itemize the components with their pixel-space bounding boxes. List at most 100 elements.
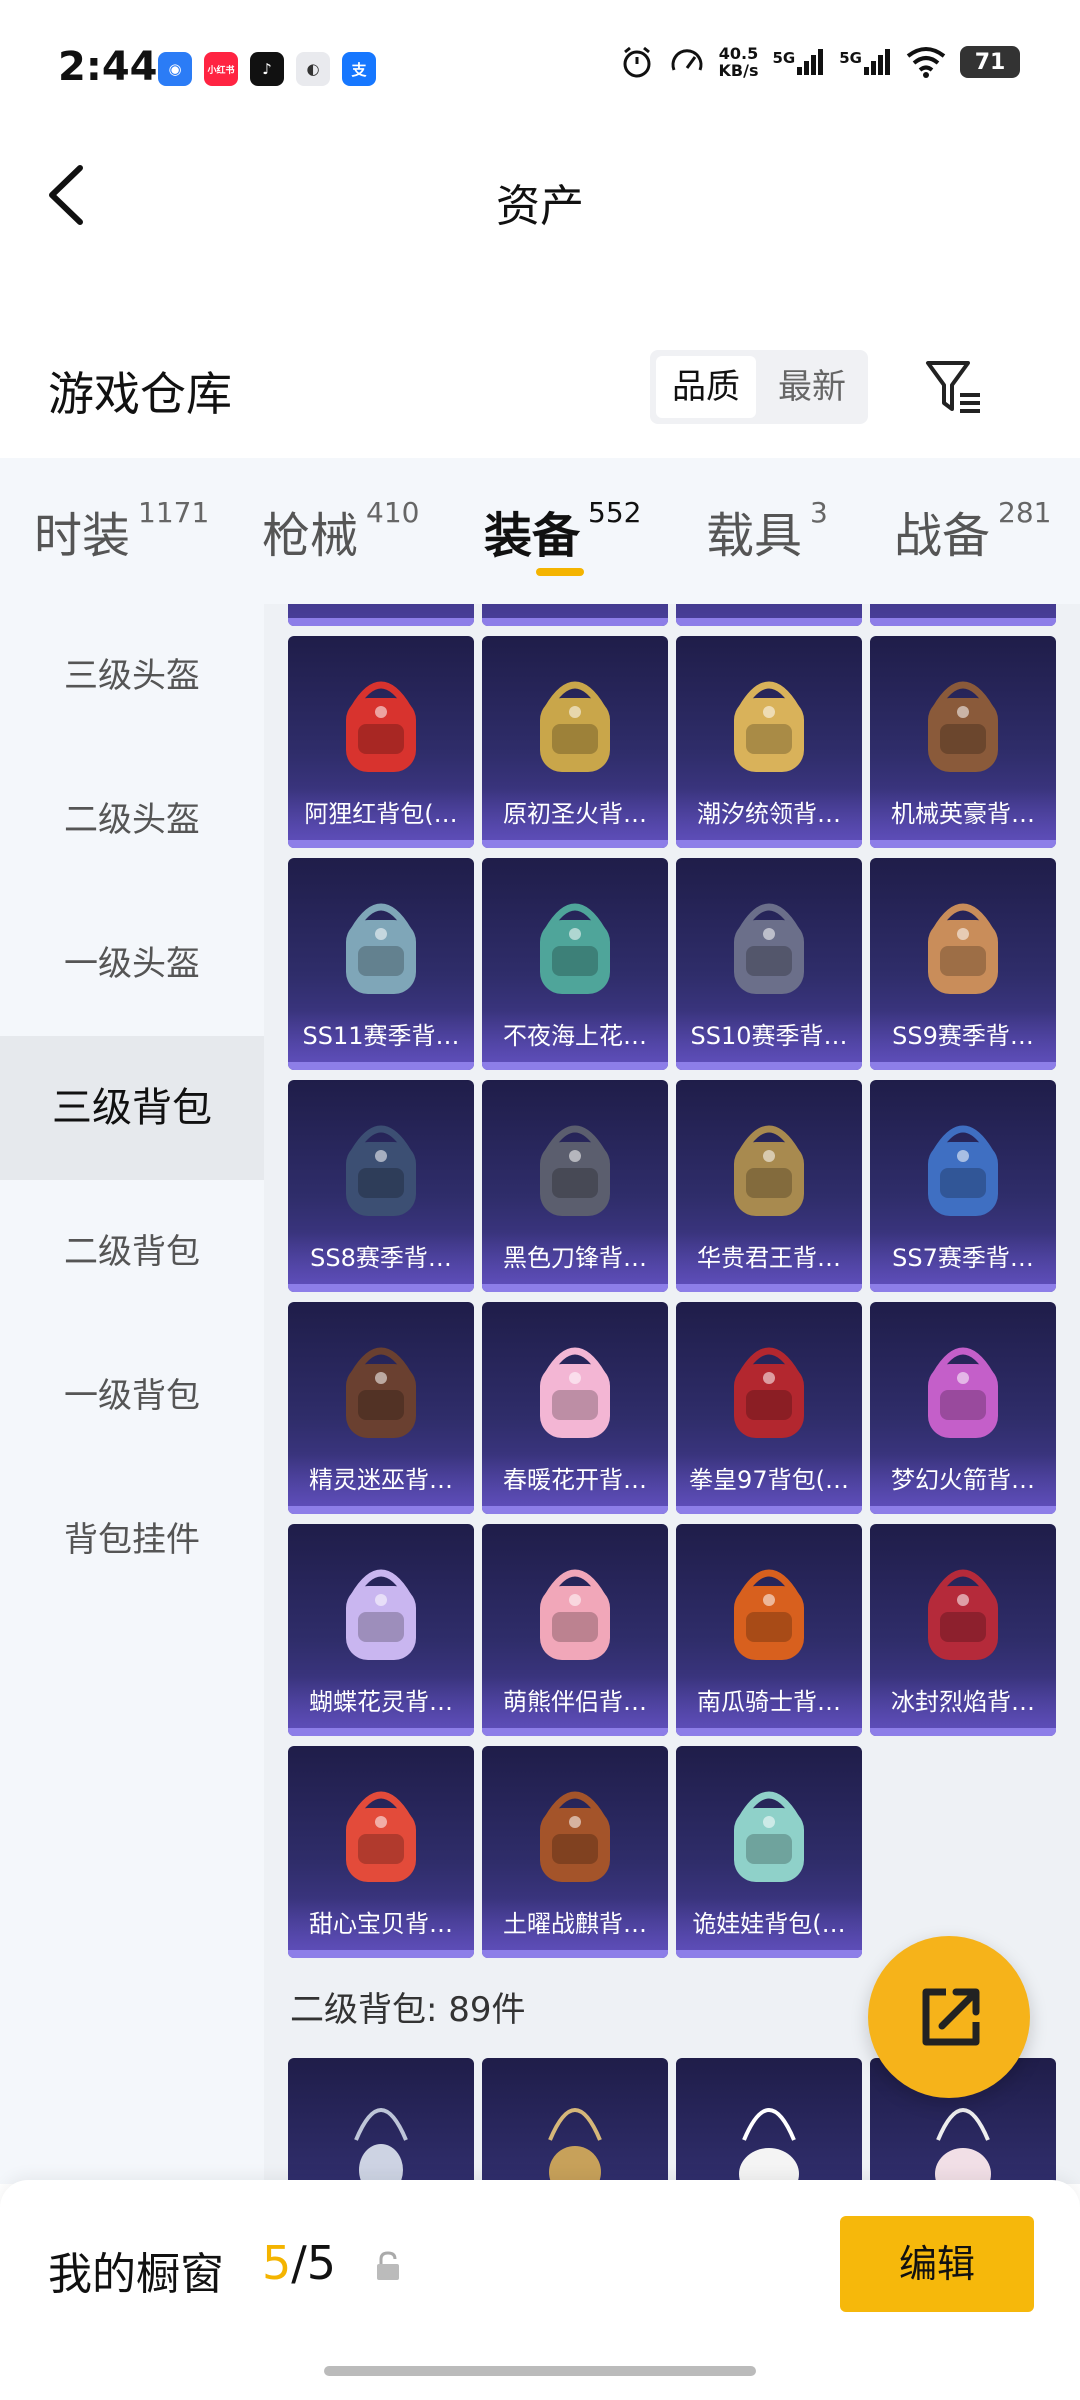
signal-icon xyxy=(864,49,890,75)
item-card-name: SS7赛季背… xyxy=(870,1232,1056,1284)
item-card[interactable]: SS9赛季背… xyxy=(870,858,1056,1070)
item-card-partial[interactable] xyxy=(676,2058,862,2184)
sidebar-item-helmet-1[interactable]: 一级头盔 xyxy=(0,892,264,1036)
item-card-partial[interactable] xyxy=(288,2058,474,2184)
card-bar xyxy=(288,1284,474,1292)
backpack-icon xyxy=(326,880,436,998)
backpack-icon xyxy=(714,1768,824,1886)
sidebar-item-helmet-2[interactable]: 二级头盔 xyxy=(0,748,264,892)
item-card[interactable]: 诡娃娃背包(… xyxy=(676,1746,862,1958)
item-card-name: 华贵君王背… xyxy=(676,1232,862,1284)
item-card[interactable]: 机械英豪背… xyxy=(870,636,1056,848)
item-card[interactable]: 土曜战麒背… xyxy=(482,1746,668,1958)
item-card[interactable]: 甜心宝贝背… xyxy=(288,1746,474,1958)
backpack-icon xyxy=(908,658,1018,776)
item-card-name: 精灵迷巫背… xyxy=(288,1454,474,1506)
item-card[interactable]: 潮汐统领背… xyxy=(676,636,862,848)
signal-5g-1: 5G xyxy=(773,49,826,75)
sort-latest-button[interactable]: 最新 xyxy=(762,356,862,418)
item-card[interactable]: 梦幻火箭背… xyxy=(870,1302,1056,1514)
card-bar xyxy=(482,1284,668,1292)
card-bar xyxy=(676,1284,862,1292)
item-card[interactable]: 原初圣火背… xyxy=(482,636,668,848)
item-card[interactable]: SS10赛季背… xyxy=(676,858,862,1070)
card-bar xyxy=(288,1062,474,1070)
backpack-icon xyxy=(714,2080,824,2184)
tab-guns[interactable]: 枪械 410 xyxy=(262,496,419,566)
item-card[interactable]: SS7赛季背… xyxy=(870,1080,1056,1292)
card-bar xyxy=(870,1728,1056,1736)
backpack-icon xyxy=(520,2080,630,2184)
item-card-partial[interactable] xyxy=(870,604,1056,626)
signal-icon xyxy=(797,49,824,75)
sidebar-item-backpack-charm[interactable]: 背包挂件 xyxy=(0,1468,264,1612)
sidebar-item-backpack-1[interactable]: 一级背包 xyxy=(0,1324,264,1468)
edit-button[interactable]: 编辑 xyxy=(840,2216,1034,2312)
item-card[interactable]: 拳皇97背包(… xyxy=(676,1302,862,1514)
status-time: 2:44 xyxy=(58,44,158,90)
item-card-name: 春暖花开背… xyxy=(482,1454,668,1506)
system-status: 40.5 KB/s 5G 5G 71 xyxy=(619,44,1020,80)
warehouse-title: 游戏仓库 xyxy=(48,367,232,421)
sidebar-item-backpack-3[interactable]: 三级背包 xyxy=(0,1036,264,1180)
card-bar xyxy=(870,1506,1056,1514)
item-card-partial[interactable] xyxy=(288,604,474,626)
sidebar-item-helmet-3[interactable]: 三级头盔 xyxy=(0,604,264,748)
category-tabs: 时装 1171 枪械 410 装备 552 载具 3 战备 281 xyxy=(0,458,1080,604)
item-card-name: 拳皇97背包(… xyxy=(676,1454,862,1506)
item-card[interactable]: 黑色刀锋背… xyxy=(482,1080,668,1292)
card-bar xyxy=(482,1506,668,1514)
backpack-icon xyxy=(714,1324,824,1442)
backpack-icon xyxy=(908,1324,1018,1442)
item-card-name: 蝴蝶花灵背… xyxy=(288,1676,474,1728)
home-indicator[interactable] xyxy=(324,2366,756,2376)
link-app-icon: ◐ xyxy=(296,52,330,86)
sort-quality-button[interactable]: 品质 xyxy=(656,356,756,418)
card-bar xyxy=(288,618,474,626)
backpack-icon xyxy=(326,658,436,776)
lock-icon xyxy=(377,2251,399,2280)
item-card[interactable]: 冰封烈焰背… xyxy=(870,1524,1056,1736)
sidebar-item-backpack-2[interactable]: 二级背包 xyxy=(0,1180,264,1324)
item-card[interactable]: 不夜海上花… xyxy=(482,858,668,1070)
tab-equipment[interactable]: 装备 552 xyxy=(484,496,641,566)
xiaohongshu-icon: 小红书 xyxy=(204,52,238,86)
item-card[interactable]: 萌熊伴侣背… xyxy=(482,1524,668,1736)
item-card[interactable]: 南瓜骑士背… xyxy=(676,1524,862,1736)
item-card-name: 甜心宝贝背… xyxy=(288,1898,474,1950)
backpack-icon xyxy=(326,1324,436,1442)
battery-icon: 71 xyxy=(960,46,1020,78)
filter-icon[interactable] xyxy=(922,355,986,419)
backpack-icon xyxy=(520,1102,630,1220)
card-bar xyxy=(870,1284,1056,1292)
backpack-icon xyxy=(908,1546,1018,1664)
item-card-partial[interactable] xyxy=(676,604,862,626)
item-card-name: 诡娃娃背包(… xyxy=(676,1898,862,1950)
card-bar xyxy=(482,1728,668,1736)
blue-app-icon: ◉ xyxy=(158,52,192,86)
item-card[interactable]: 华贵君王背… xyxy=(676,1080,862,1292)
item-card[interactable]: 阿狸红背包(… xyxy=(288,636,474,848)
tab-fashion[interactable]: 时装 1171 xyxy=(34,496,209,566)
card-bar xyxy=(676,1062,862,1070)
item-card-name: 阿狸红背包(… xyxy=(288,788,474,840)
tab-vehicles[interactable]: 载具 3 xyxy=(706,496,828,566)
status-bar: 2:44 ◉ 小红书 ♪ ◐ 支 40.5 KB/s 5G 5G 71 xyxy=(0,0,1080,140)
share-export-button[interactable] xyxy=(868,1936,1030,2098)
item-card-partial[interactable] xyxy=(482,604,668,626)
item-card[interactable]: SS8赛季背… xyxy=(288,1080,474,1292)
card-bar xyxy=(288,840,474,848)
item-card-name: 机械英豪背… xyxy=(870,788,1056,840)
item-card-partial[interactable] xyxy=(482,2058,668,2184)
backpack-icon xyxy=(714,1546,824,1664)
card-bar xyxy=(482,1950,668,1958)
item-card[interactable]: SS11赛季背… xyxy=(288,858,474,1070)
backpack-icon xyxy=(520,658,630,776)
card-bar xyxy=(676,1506,862,1514)
item-card[interactable]: 精灵迷巫背… xyxy=(288,1302,474,1514)
item-card[interactable]: 春暖花开背… xyxy=(482,1302,668,1514)
item-card[interactable]: 蝴蝶花灵背… xyxy=(288,1524,474,1736)
item-card-name: 梦幻火箭背… xyxy=(870,1454,1056,1506)
wifi-icon xyxy=(906,47,946,78)
tab-supplies[interactable]: 战备 281 xyxy=(894,496,1051,566)
